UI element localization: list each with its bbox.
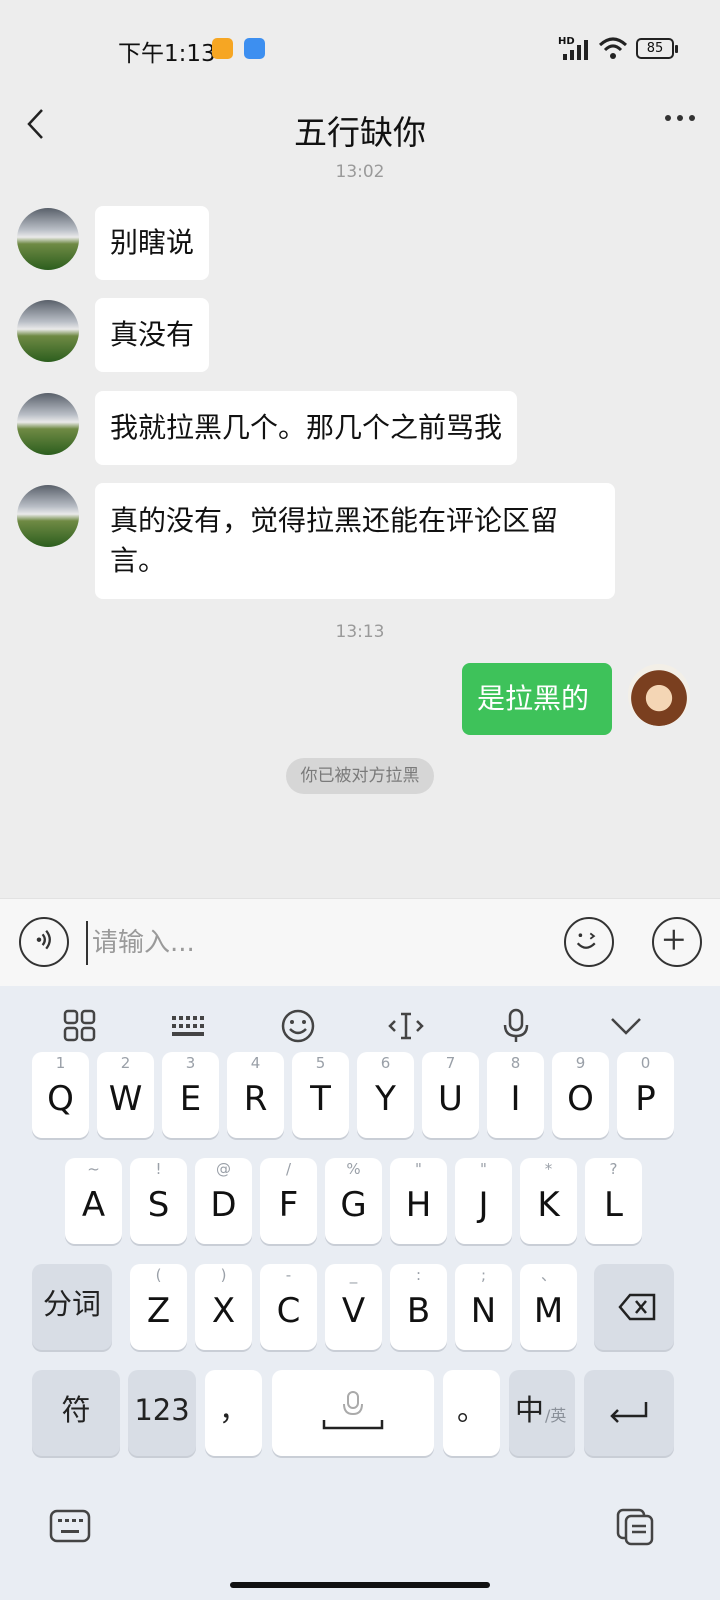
- message-bubble[interactable]: 我就拉黑几个。那几个之前骂我: [95, 391, 518, 465]
- language-key[interactable]: 中 /英: [509, 1370, 575, 1456]
- space-mic-icon: [322, 1391, 384, 1430]
- message-text: 真没有: [110, 318, 195, 351]
- key-d[interactable]: @ D: [195, 1158, 252, 1244]
- message-text: 我就拉黑几个。那几个之前骂我: [110, 411, 503, 444]
- notification-calendar-icon: [244, 38, 265, 59]
- key-b[interactable]: :B: [390, 1264, 447, 1350]
- key-z[interactable]: (Z: [130, 1264, 187, 1350]
- wifi-icon: [598, 37, 628, 59]
- message-bubble[interactable]: 真的没有，觉得拉黑还能在评论区留 言。: [95, 483, 615, 599]
- contact-avatar[interactable]: [17, 208, 79, 270]
- numbers-key[interactable]: 123: [128, 1370, 196, 1456]
- message-timestamp: 13:13: [335, 622, 385, 642]
- input-bar: 请输入...: [0, 898, 720, 986]
- period-key[interactable]: 。: [443, 1370, 500, 1456]
- key-e[interactable]: 3E: [162, 1052, 219, 1138]
- microphone-icon[interactable]: [496, 1006, 536, 1046]
- key-c[interactable]: -C: [260, 1264, 317, 1350]
- emoji-icon[interactable]: [564, 917, 614, 967]
- comma-key[interactable]: ，: [205, 1370, 262, 1456]
- message-bubble[interactable]: 真没有: [95, 298, 210, 372]
- signal-icon: [563, 40, 588, 60]
- key-x[interactable]: ) X: [195, 1264, 252, 1350]
- system-notice: 你已被对方拉黑: [286, 758, 434, 794]
- key-i[interactable]: 8I: [487, 1052, 544, 1138]
- keyboard-switch-icon[interactable]: [48, 1506, 92, 1546]
- contact-avatar[interactable]: [17, 393, 79, 455]
- voice-icon[interactable]: [19, 917, 69, 967]
- backspace-icon: [618, 1293, 656, 1321]
- message-bubble-outgoing[interactable]: 是拉黑的: [462, 663, 612, 735]
- home-indicator[interactable]: [230, 1582, 490, 1588]
- key-y[interactable]: 6Y: [357, 1052, 414, 1138]
- status-bar: 下午1:13 HD 85: [0, 0, 720, 96]
- key-l[interactable]: ? L: [585, 1158, 642, 1244]
- key-s[interactable]: ! S: [130, 1158, 187, 1244]
- message-input[interactable]: 请输入...: [86, 921, 526, 965]
- plus-icon[interactable]: [652, 917, 702, 967]
- message-text: 别瞎说: [110, 226, 195, 259]
- battery-icon: 85: [636, 38, 678, 59]
- smiley-icon[interactable]: [278, 1006, 318, 1046]
- key-o[interactable]: 9O: [552, 1052, 609, 1138]
- contact-avatar[interactable]: [17, 485, 79, 547]
- apps-grid-icon[interactable]: [60, 1006, 100, 1046]
- message-text: 是拉黑的: [477, 682, 590, 715]
- chevron-down-icon[interactable]: [606, 1006, 646, 1046]
- keyboard-icon[interactable]: [168, 1006, 208, 1046]
- message-list[interactable]: 13:02 别瞎说 真没有 我就拉黑几个。那几个之前骂我 真的没有，觉得拉黑还能…: [0, 154, 720, 898]
- enter-key[interactable]: [584, 1370, 674, 1456]
- key-p[interactable]: 0P: [617, 1052, 674, 1138]
- notification-app-icon: [212, 38, 233, 59]
- key-w[interactable]: 2W: [97, 1052, 154, 1138]
- key-u[interactable]: 7U: [422, 1052, 479, 1138]
- key-f[interactable]: / F: [260, 1158, 317, 1244]
- key-v[interactable]: _ V: [325, 1264, 382, 1350]
- key-j[interactable]: " J: [455, 1158, 512, 1244]
- key-k[interactable]: * K: [520, 1158, 577, 1244]
- key-t[interactable]: 5T: [292, 1052, 349, 1138]
- status-time: 下午1:13: [118, 41, 216, 67]
- key-h[interactable]: " H: [390, 1158, 447, 1244]
- key-m[interactable]: 、 M: [520, 1264, 577, 1350]
- message-bubble[interactable]: 别瞎说: [95, 206, 210, 280]
- message-text-line: 言。: [110, 544, 167, 577]
- message-timestamp: 13:02: [335, 162, 385, 182]
- title-bar: 五行缺你: [0, 96, 720, 154]
- key-g[interactable]: % G: [325, 1158, 382, 1244]
- segment-key[interactable]: 分词: [32, 1264, 112, 1350]
- key-a[interactable]: ~ A: [65, 1158, 122, 1244]
- clipboard-icon[interactable]: [614, 1506, 658, 1546]
- more-icon[interactable]: [660, 106, 700, 146]
- key-q[interactable]: 1Q: [32, 1052, 89, 1138]
- cursor-icon[interactable]: [386, 1006, 426, 1046]
- backspace-key[interactable]: [594, 1264, 674, 1350]
- self-avatar[interactable]: [628, 664, 690, 726]
- chat-title: 五行缺你: [294, 113, 426, 152]
- message-text-line: 真的没有，觉得拉黑还能在评论区留: [110, 504, 559, 537]
- contact-avatar[interactable]: [17, 300, 79, 362]
- space-key[interactable]: [272, 1370, 434, 1456]
- key-n[interactable]: ; N: [455, 1264, 512, 1350]
- keyboard: 1Q 2W 3E 4R 5T 6Y 7U 8I 9O 0P ~ A ! S @ D /…: [0, 986, 720, 1600]
- symbols-key[interactable]: 符: [32, 1370, 120, 1456]
- key-r[interactable]: 4R: [227, 1052, 284, 1138]
- enter-icon: [610, 1402, 648, 1423]
